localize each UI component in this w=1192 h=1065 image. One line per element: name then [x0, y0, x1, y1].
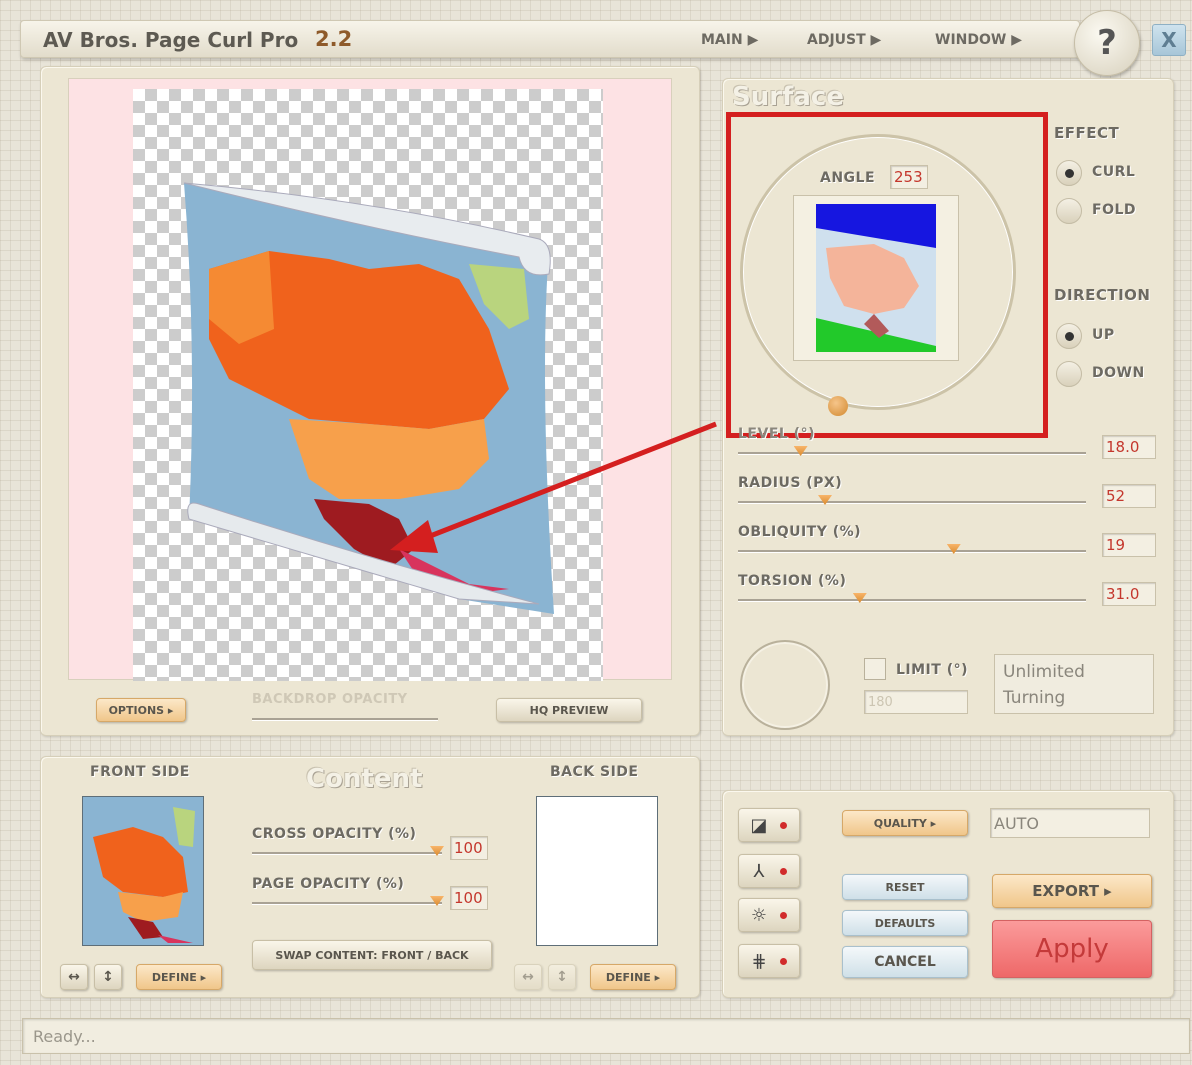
status-dot: [780, 958, 787, 965]
app-title: AV Bros. Page Curl Pro: [43, 28, 299, 52]
backdrop-opacity-label: BACKDROP OPACITY: [252, 692, 408, 707]
curled-map-preview: [183, 182, 554, 614]
back-flip-horizontal-button[interactable]: ↔: [514, 964, 542, 990]
page-opacity-slider[interactable]: [252, 902, 442, 905]
flip-vertical-icon: ↕: [102, 969, 114, 985]
cross-opacity-label: CROSS OPACITY (%): [252, 826, 417, 842]
page-opacity-input[interactable]: 100: [450, 886, 488, 910]
highlight-box: [726, 112, 1048, 438]
flip-horizontal-icon: ↔: [68, 969, 80, 985]
page-opacity-label: PAGE OPACITY (%): [252, 876, 405, 892]
param-level-input[interactable]: 18.0: [1102, 435, 1156, 459]
quality-button[interactable]: QUALITY ▸: [842, 810, 968, 836]
limit-checkbox[interactable]: [864, 658, 886, 680]
app-version: 2.2: [315, 27, 353, 51]
title-bar: AV Bros. Page Curl Pro 2.2 MAIN ▶ ADJUST…: [20, 20, 1080, 58]
hq-preview-button[interactable]: HQ PREVIEW: [496, 698, 642, 722]
direction-up-radio[interactable]: [1056, 323, 1082, 349]
front-flip-vertical-button[interactable]: ↕: [94, 964, 122, 990]
param-obliquity-slider[interactable]: [738, 550, 1086, 553]
param-torsion-label: TORSION (%): [738, 573, 847, 589]
back-define-button[interactable]: DEFINE ▸: [590, 964, 676, 990]
help-icon: ?: [1097, 23, 1117, 63]
front-side-label: FRONT SIDE: [90, 764, 190, 780]
param-level-label: LEVEL (°): [738, 426, 815, 442]
close-icon: X: [1161, 28, 1177, 52]
quality-field[interactable]: AUTO: [990, 808, 1150, 838]
cross-opacity-input[interactable]: 100: [450, 836, 488, 860]
menu-window[interactable]: WINDOW ▶: [935, 32, 1022, 48]
front-define-button[interactable]: DEFINE ▸: [136, 964, 222, 990]
turning-info: Unlimited Turning: [994, 654, 1154, 714]
cross-opacity-slider[interactable]: [252, 852, 442, 855]
close-button[interactable]: X: [1152, 24, 1186, 56]
param-torsion: TORSION (%) 31.0: [738, 573, 1158, 613]
tool-grid-button[interactable]: ⋕: [738, 944, 800, 978]
param-obliquity-input[interactable]: 19: [1102, 533, 1156, 557]
back-flip-vertical-button[interactable]: ↕: [548, 964, 576, 990]
back-side-label: BACK SIDE: [550, 764, 639, 780]
effect-curl-radio[interactable]: [1056, 160, 1082, 186]
tool-axis-button[interactable]: ⅄: [738, 854, 800, 888]
status-dot: [780, 912, 787, 919]
surface-title: Surface: [732, 82, 844, 112]
options-button[interactable]: OPTIONS ▸: [96, 698, 186, 722]
export-button[interactable]: EXPORT ▸: [992, 874, 1152, 908]
status-text: Ready...: [33, 1027, 96, 1046]
direction-up-label: UP: [1092, 327, 1115, 343]
back-side-thumbnail[interactable]: [536, 796, 658, 946]
param-level: LEVEL (°) 18.0: [738, 426, 1158, 466]
param-radius-input[interactable]: 52: [1102, 484, 1156, 508]
sun-icon: ☼: [750, 904, 768, 926]
param-level-slider[interactable]: [738, 452, 1086, 455]
page-icon: ◪: [750, 814, 768, 836]
effect-label: EFFECT: [1054, 124, 1120, 142]
help-button[interactable]: ?: [1074, 10, 1140, 76]
menu-adjust[interactable]: ADJUST ▶: [807, 32, 881, 48]
swap-content-button[interactable]: SWAP CONTENT: FRONT / BACK: [252, 940, 492, 970]
effect-fold-radio[interactable]: [1056, 198, 1082, 224]
tool-page-button[interactable]: ◪: [738, 808, 800, 842]
front-side-thumbnail[interactable]: [82, 796, 204, 946]
rotation-dial[interactable]: [740, 640, 830, 730]
defaults-button[interactable]: DEFAULTS: [842, 910, 968, 936]
status-bar: Ready...: [22, 1018, 1190, 1054]
status-dot: [780, 868, 787, 875]
apply-button[interactable]: Apply: [992, 920, 1152, 978]
param-obliquity: OBLIQUITY (%) 19: [738, 524, 1158, 564]
direction-down-radio[interactable]: [1056, 361, 1082, 387]
effect-curl-label: CURL: [1092, 164, 1136, 180]
menu-main[interactable]: MAIN ▶: [701, 32, 758, 48]
flip-vertical-icon: ↕: [556, 969, 568, 985]
param-obliquity-label: OBLIQUITY (%): [738, 524, 862, 540]
reset-button[interactable]: RESET: [842, 874, 968, 900]
axis-icon: ⅄: [753, 860, 765, 882]
param-radius-slider[interactable]: [738, 501, 1086, 504]
direction-label: DIRECTION: [1054, 286, 1151, 304]
cancel-button[interactable]: CANCEL: [842, 946, 968, 978]
param-radius-label: RADIUS (PX): [738, 475, 843, 491]
param-torsion-input[interactable]: 31.0: [1102, 582, 1156, 606]
grid-icon: ⋕: [751, 950, 767, 972]
status-dot: [780, 822, 787, 829]
effect-fold-label: FOLD: [1092, 202, 1137, 218]
limit-input[interactable]: 180: [864, 690, 968, 714]
content-title: Content: [306, 764, 423, 794]
tool-light-button[interactable]: ☼: [738, 898, 800, 932]
front-flip-horizontal-button[interactable]: ↔: [60, 964, 88, 990]
direction-down-label: DOWN: [1092, 365, 1145, 381]
backdrop-opacity-slider[interactable]: [252, 718, 438, 721]
param-radius: RADIUS (PX) 52: [738, 475, 1158, 515]
flip-horizontal-icon: ↔: [522, 969, 534, 985]
param-torsion-slider[interactable]: [738, 599, 1086, 602]
limit-label: LIMIT (°): [896, 662, 968, 678]
preview-canvas: [68, 78, 672, 681]
